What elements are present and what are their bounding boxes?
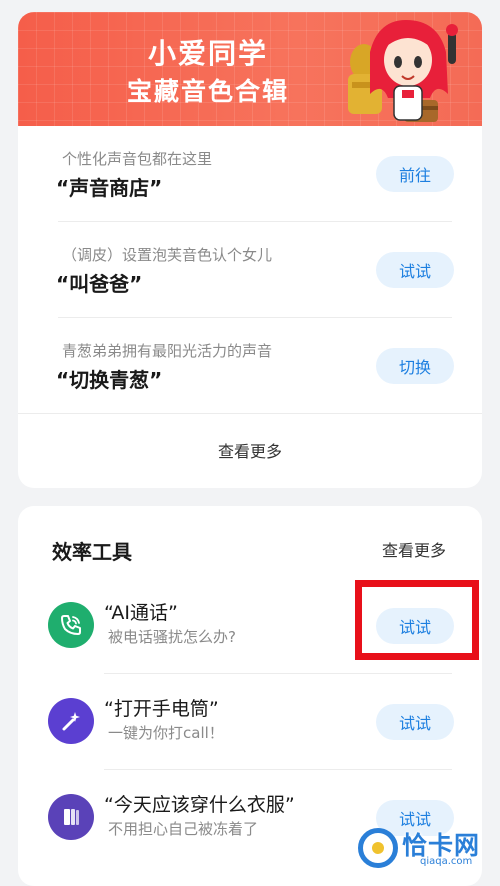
banner-title: 小爱同学: [147, 37, 268, 70]
watermark-logo-icon: [358, 828, 398, 868]
try-button[interactable]: 试试: [376, 704, 454, 740]
highlight-box: [355, 580, 479, 660]
voice-collection-card: 小爱同学 宝藏音色合辑 个性化声音包都在这里 “声音商店” 前往 （调皮）设置泡…: [18, 12, 482, 488]
mascot-illustration: [348, 20, 458, 122]
divider: [18, 413, 482, 414]
voice-item-title: “叫爸爸”: [56, 272, 143, 296]
tool-title: “打开手电筒”: [104, 698, 219, 720]
voice-item-title: “切换青葱”: [56, 368, 163, 392]
voice-item-hint: （调皮）设置泡芙音色认个女儿: [62, 246, 273, 264]
go-button[interactable]: 前往: [376, 156, 454, 192]
voice-item-hint: 个性化声音包都在这里: [62, 150, 213, 168]
voice-item-shop: 个性化声音包都在这里 “声音商店” 前往: [18, 126, 482, 222]
voice-item-hint: 青葱弟弟拥有最阳光活力的声音: [62, 342, 273, 360]
tool-title: “今天应该穿什么衣服”: [104, 794, 295, 816]
voice-item-qingcong: 青葱弟弟拥有最阳光活力的声音 “切换青葱” 切换: [18, 318, 482, 414]
phone-icon: [48, 602, 94, 648]
try-button[interactable]: 试试: [376, 252, 454, 288]
section-title: 效率工具: [52, 540, 132, 564]
voice-banner[interactable]: 小爱同学 宝藏音色合辑: [18, 12, 482, 126]
tool-title: “AI通话”: [104, 602, 178, 624]
book-icon: [48, 794, 94, 840]
voice-more-link[interactable]: 查看更多: [18, 438, 482, 462]
watermark: 恰卡网 qiaqa.com: [356, 826, 500, 870]
banner-subtitle: 宝藏音色合辑: [126, 77, 289, 106]
watermark-domain: qiaqa.com: [420, 856, 473, 867]
tool-description: 一键为你打call！: [108, 724, 224, 742]
voice-item-dad: （调皮）设置泡芙音色认个女儿 “叫爸爸” 试试: [18, 222, 482, 318]
magic-wand-icon: [48, 698, 94, 744]
tool-flashlight: “打开手电筒” 一键为你打call！ 试试: [18, 674, 482, 770]
tool-description: 不用担心自己被冻着了: [108, 820, 259, 838]
voice-item-title: “声音商店”: [56, 176, 163, 200]
tools-more-link[interactable]: 查看更多: [382, 537, 446, 561]
tool-description: 被电话骚扰怎么办?: [108, 628, 236, 646]
switch-button[interactable]: 切换: [376, 348, 454, 384]
